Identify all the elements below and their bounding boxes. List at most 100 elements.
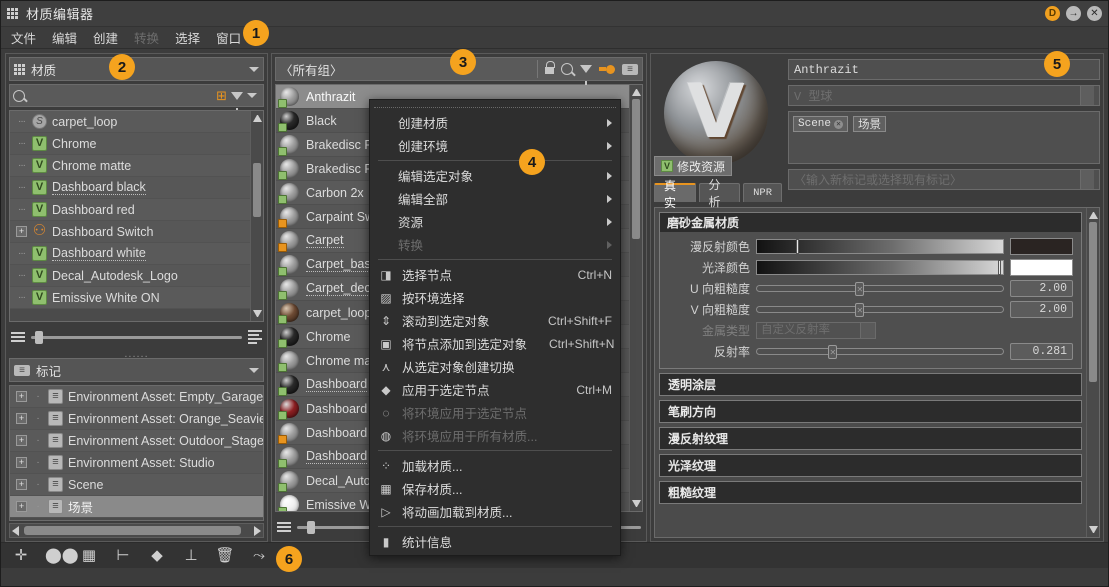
tag-tree-item[interactable]: + · Environment Asset: Studio: [10, 452, 263, 474]
material-tags-box[interactable]: Scene ✕ 场景: [788, 111, 1100, 164]
scroll-down-icon[interactable]: [1089, 526, 1098, 535]
tag-horizontal-scrollbar[interactable]: [9, 523, 264, 538]
property-groups[interactable]: 磨砂金属材质漫反射颜色光泽颜色 U 向粗糙度 2.00 V 向粗糙度 2.00 金属类型自…: [654, 207, 1100, 538]
close-button[interactable]: ✕: [1087, 6, 1102, 21]
material-preview[interactable]: V V 修改资源 真实 分析 NPR: [654, 57, 782, 210]
pick-node-icon[interactable]: ⊢: [113, 546, 133, 566]
tag-chip[interactable]: 场景: [853, 116, 887, 132]
color-swatch[interactable]: [1010, 259, 1073, 276]
list-icon[interactable]: [11, 332, 25, 342]
context-menu-item[interactable]: ▨ 按环境选择: [370, 286, 620, 309]
value-slider[interactable]: [756, 345, 1004, 359]
color-gradient-slider[interactable]: [756, 239, 1004, 254]
menu-tearoff-handle[interactable]: [374, 102, 616, 108]
property-group-header[interactable]: 粗糙纹理: [659, 481, 1082, 504]
detach-button[interactable]: →: [1066, 6, 1081, 21]
context-menu-item[interactable]: ▮ 统计信息: [370, 530, 620, 553]
modify-asset-button[interactable]: V 修改资源: [654, 156, 733, 176]
scroll-thumb[interactable]: [1089, 222, 1097, 382]
expand-icon[interactable]: +: [16, 226, 27, 237]
value-slider[interactable]: [756, 303, 1004, 317]
menu-window[interactable]: 窗口: [216, 28, 241, 47]
context-menu-item[interactable]: ▦ 保存材质...: [370, 477, 620, 500]
expand-icon[interactable]: +: [16, 457, 27, 468]
tag-tree-item[interactable]: + · Environment Asset: Outdoor_Stage: [10, 430, 263, 452]
list-vertical-scrollbar[interactable]: [629, 85, 642, 511]
scroll-down-icon[interactable]: [253, 310, 262, 319]
tree-item[interactable]: ··· Dashboard black: [10, 177, 250, 199]
slider-knob[interactable]: [307, 520, 316, 534]
property-group-header[interactable]: 磨砂金属材质: [660, 213, 1081, 232]
context-menu-item[interactable]: ⋏ 从选定对象创建切换: [370, 355, 620, 378]
shape-dropdown-stub[interactable]: [1080, 86, 1094, 105]
context-menu-item[interactable]: 编辑选定对象: [370, 164, 620, 187]
menu-edit[interactable]: 编辑: [52, 28, 77, 47]
context-menu-item[interactable]: 创建材质: [370, 111, 620, 134]
select-grid-icon[interactable]: ▦: [79, 546, 99, 566]
tree-item[interactable]: ··· Emissive White ON: [10, 287, 250, 309]
tree-item[interactable]: ··· Dashboard white: [10, 243, 250, 265]
context-menu-item[interactable]: 资源: [370, 210, 620, 233]
tag-tree-item[interactable]: + · 场景: [10, 496, 263, 518]
add-icon[interactable]: ✛: [11, 546, 31, 566]
expand-icon[interactable]: +: [16, 501, 27, 512]
tag-dropdown-stub[interactable]: [1080, 170, 1094, 189]
property-group-header[interactable]: 笔刷方向: [659, 400, 1082, 423]
scroll-thumb[interactable]: [632, 99, 640, 239]
context-menu-item[interactable]: ◆ 应用于选定节点 Ctrl+M: [370, 378, 620, 401]
tree-item[interactable]: + Dashboard Switch: [10, 221, 250, 243]
splitter-handle[interactable]: ......: [9, 348, 264, 360]
tree-item[interactable]: ··· Chrome matte: [10, 155, 250, 177]
asset-type-combo[interactable]: 材质: [9, 57, 264, 81]
color-gradient-slider[interactable]: [756, 260, 1004, 275]
tag-icon[interactable]: [622, 63, 638, 75]
tree-size-slider[interactable]: [31, 330, 242, 344]
preview-shape-field[interactable]: V 型球: [788, 85, 1100, 106]
scroll-thumb[interactable]: [253, 163, 261, 217]
expand-icon[interactable]: +: [16, 413, 27, 424]
tree-item[interactable]: ··· carpet_loop: [10, 111, 250, 133]
tag-tree-item[interactable]: + · Scene: [10, 474, 263, 496]
new-tag-input[interactable]: 〈输入新标记或选择现有标记〉: [788, 169, 1100, 190]
lock-icon[interactable]: [545, 61, 555, 74]
scroll-right-icon[interactable]: [254, 525, 261, 536]
tag-tree[interactable]: + · Environment Asset: Empty_Garage + · Envir…: [9, 385, 264, 521]
scroll-up-icon[interactable]: [632, 87, 641, 96]
scroll-left-icon[interactable]: [12, 525, 19, 536]
graph-icon[interactable]: ⤳: [249, 546, 269, 566]
gradient-marker[interactable]: [998, 260, 1002, 275]
tag-tree-item[interactable]: + · Environment Asset: Empty_Garage: [10, 386, 263, 408]
context-menu-item[interactable]: ▷ 将动画加载到材质...: [370, 500, 620, 523]
value-field[interactable]: 2.00: [1010, 280, 1073, 297]
value-field[interactable]: 2.00: [1010, 301, 1073, 318]
scroll-up-icon[interactable]: [253, 113, 262, 122]
context-menu-item[interactable]: ⇕ 滚动到选定对象 Ctrl+Shift+F: [370, 309, 620, 332]
chevron-down-icon[interactable]: [247, 93, 257, 98]
duplicate-icon[interactable]: ⬤⬤: [45, 546, 79, 566]
context-menu-item[interactable]: ▣ 将节点添加到选定对象 Ctrl+Shift+N: [370, 332, 620, 355]
slider-thumb[interactable]: [855, 303, 865, 317]
context-menu-item[interactable]: 编辑全部: [370, 187, 620, 210]
filter-icon[interactable]: [580, 65, 592, 85]
gradient-marker[interactable]: [796, 239, 800, 254]
tab-analysis[interactable]: 分析: [698, 178, 741, 209]
scroll-down-icon[interactable]: [632, 500, 641, 509]
list-sort-icon[interactable]: [248, 330, 262, 344]
slider-knob[interactable]: [35, 330, 44, 344]
expand-icon[interactable]: +: [16, 391, 27, 402]
left-search-box[interactable]: ⊞: [9, 84, 264, 112]
d-button[interactable]: D: [1045, 6, 1060, 21]
context-menu-item[interactable]: ◨ 选择节点 Ctrl+N: [370, 263, 620, 286]
list-icon[interactable]: [277, 522, 291, 532]
slider-thumb[interactable]: [828, 345, 838, 359]
close-icon[interactable]: ✕: [834, 119, 844, 129]
menu-file[interactable]: 文件: [11, 28, 36, 47]
tag-type-combo[interactable]: 标记: [9, 358, 264, 382]
context-menu[interactable]: 创建材质 创建环境 编辑选定对象 编辑全部 资源 转换 ◨ 选择节点 Ctrl+N ▨ 按环境选择 ⇕…: [369, 99, 621, 556]
search-icon[interactable]: [561, 63, 573, 75]
hierarchy-icon[interactable]: ⊞: [216, 89, 227, 102]
tree-item[interactable]: ··· Decal_Autodesk_Logo: [10, 265, 250, 287]
tab-npr[interactable]: NPR: [743, 183, 782, 202]
menu-select[interactable]: 选择: [175, 28, 200, 47]
tree-vertical-scrollbar[interactable]: [250, 111, 263, 321]
